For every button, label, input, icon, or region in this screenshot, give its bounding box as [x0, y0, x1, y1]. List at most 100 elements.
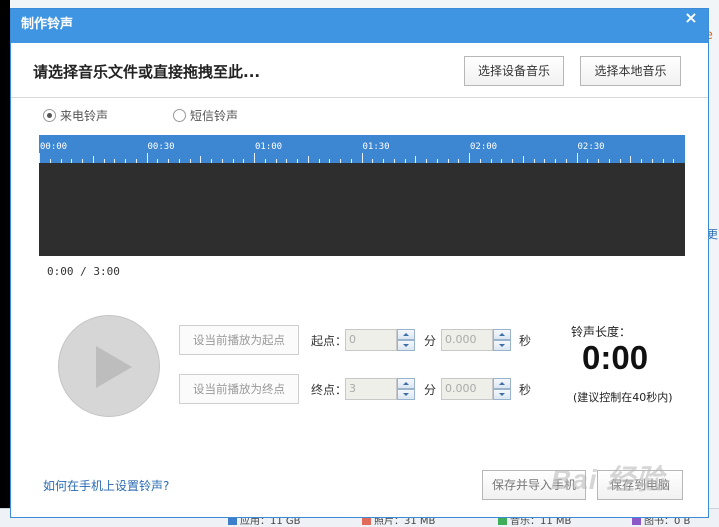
- ruler-tick: [447, 159, 449, 163]
- ruler-tick: [651, 159, 653, 163]
- ruler-tick: [157, 159, 159, 163]
- radio-dot-icon: [43, 109, 56, 122]
- ruler-tick: [49, 159, 51, 163]
- ruler-tick: [404, 159, 406, 163]
- ruler-tick: [71, 159, 73, 163]
- ruler-tick: [426, 159, 427, 163]
- end-second-stepper[interactable]: 0.000: [441, 378, 514, 400]
- set-end-button[interactable]: 设当前播放为终点: [179, 374, 299, 404]
- ruler-tick: [608, 159, 610, 163]
- start-second-input[interactable]: 0.000: [441, 329, 493, 351]
- ruler-tick: [125, 159, 126, 163]
- ruler-tick: [200, 156, 202, 163]
- second-unit: 秒: [519, 383, 532, 397]
- time-ruler: 00:00 00:30 01:00 01:30 02:00 02:30: [39, 135, 685, 163]
- ruler-tick: [372, 159, 374, 163]
- ruler-tick: [318, 159, 320, 163]
- ruler-tick: [329, 159, 331, 163]
- ruler-tick: [619, 159, 621, 163]
- end-second-input[interactable]: 0.000: [441, 378, 493, 400]
- increment-icon[interactable]: [493, 378, 511, 389]
- ringtone-length-hint: (建议控制在40秒内): [573, 391, 673, 404]
- playback-time: 0:00 / 3:00: [47, 265, 120, 278]
- increment-icon[interactable]: [493, 329, 511, 340]
- ruler-tick: [479, 159, 481, 163]
- ruler-tick: [490, 159, 492, 163]
- ruler-tick: [544, 159, 546, 163]
- ruler-tick: [211, 159, 212, 163]
- start-minute-stepper[interactable]: 0: [345, 329, 418, 351]
- set-start-button[interactable]: 设当前播放为起点: [179, 325, 299, 355]
- decrement-icon[interactable]: [397, 340, 415, 351]
- minute-unit: 分: [424, 334, 437, 348]
- save-and-import-button[interactable]: 保存并导入手机: [482, 470, 586, 500]
- ruler-tick: [576, 153, 578, 163]
- ruler-tick: [415, 156, 417, 163]
- ruler-tick: [103, 159, 105, 163]
- ruler-tick: [393, 159, 395, 163]
- ruler-tick: [350, 159, 352, 163]
- radio-dot-icon: [173, 109, 186, 122]
- increment-icon[interactable]: [397, 329, 415, 340]
- radio-call-ringtone[interactable]: 来电铃声: [43, 107, 108, 124]
- help-link[interactable]: 如何在手机上设置铃声?: [43, 477, 169, 494]
- ruler-tick: [243, 159, 245, 163]
- ruler-tick: [598, 159, 599, 163]
- select-device-music-button[interactable]: 选择设备音乐: [464, 56, 564, 86]
- ruler-tick: [286, 159, 288, 163]
- ruler-tick: [340, 159, 341, 163]
- file-select-header: 请选择音乐文件或直接拖拽至此... 选择设备音乐 选择本地音乐: [11, 43, 708, 98]
- minute-unit: 分: [424, 383, 437, 397]
- start-minute-input[interactable]: 0: [345, 329, 397, 351]
- ruler-tick: [39, 153, 40, 163]
- end-minute-stepper[interactable]: 3: [345, 378, 418, 400]
- ruler-tick-label: 00:00: [40, 142, 68, 152]
- ruler-tick: [275, 159, 277, 163]
- play-button[interactable]: [58, 315, 160, 417]
- drop-instruction: 请选择音乐文件或直接拖拽至此...: [33, 63, 261, 81]
- start-second-stepper[interactable]: 0.000: [441, 329, 514, 351]
- ruler-tick: [555, 159, 556, 163]
- decrement-icon[interactable]: [397, 389, 415, 400]
- ruler-tick-label: 01:30: [362, 142, 390, 152]
- ruler-tick: [146, 153, 148, 163]
- ruler-tick: [512, 159, 513, 163]
- radio-sms-ringtone[interactable]: 短信铃声: [173, 107, 238, 124]
- ruler-tick: [135, 159, 137, 163]
- make-ringtone-dialog: 制作铃声 × 请选择音乐文件或直接拖拽至此... 选择设备音乐 选择本地音乐 来…: [10, 8, 709, 518]
- ruler-tick: [662, 159, 664, 163]
- ruler-tick: [168, 159, 169, 163]
- ruler-tick: [522, 156, 524, 163]
- ruler-tick: [436, 159, 438, 163]
- decrement-icon[interactable]: [493, 389, 511, 400]
- background-app-left: [0, 0, 10, 526]
- ruler-tick: [673, 159, 675, 163]
- ruler-tick: [221, 159, 223, 163]
- end-label: 终点：: [311, 383, 348, 397]
- ruler-tick: [92, 156, 94, 163]
- ruler-tick: [114, 159, 116, 163]
- ruler-tick: [565, 159, 567, 163]
- close-icon[interactable]: ×: [682, 9, 700, 27]
- increment-icon[interactable]: [397, 378, 415, 389]
- ruler-tick: [264, 159, 266, 163]
- ruler-tick: [232, 159, 234, 163]
- ruler-tick: [587, 159, 589, 163]
- end-minute-input[interactable]: 3: [345, 378, 397, 400]
- ruler-tick: [383, 159, 384, 163]
- ruler-tick: [307, 156, 309, 163]
- dialog-title: 制作铃声: [21, 17, 74, 32]
- ruler-tick-label: 01:00: [255, 142, 283, 152]
- decrement-icon[interactable]: [493, 340, 511, 351]
- save-to-pc-button[interactable]: 保存到电脑: [597, 470, 683, 500]
- start-label: 起点：: [311, 334, 348, 348]
- select-local-music-button[interactable]: 选择本地音乐: [580, 56, 681, 86]
- play-icon: [96, 346, 132, 388]
- ruler-tick: [254, 153, 255, 163]
- ruler-tick: [189, 159, 191, 163]
- ruler-tick-label: 00:30: [147, 142, 175, 152]
- ruler-tick-label: 02:00: [470, 142, 498, 152]
- waveform-timeline[interactable]: 00:00 00:30 01:00 01:30 02:00 02:30: [39, 135, 685, 256]
- ruler-tick: [361, 153, 363, 163]
- ringtone-length-value: 0:00: [582, 339, 649, 376]
